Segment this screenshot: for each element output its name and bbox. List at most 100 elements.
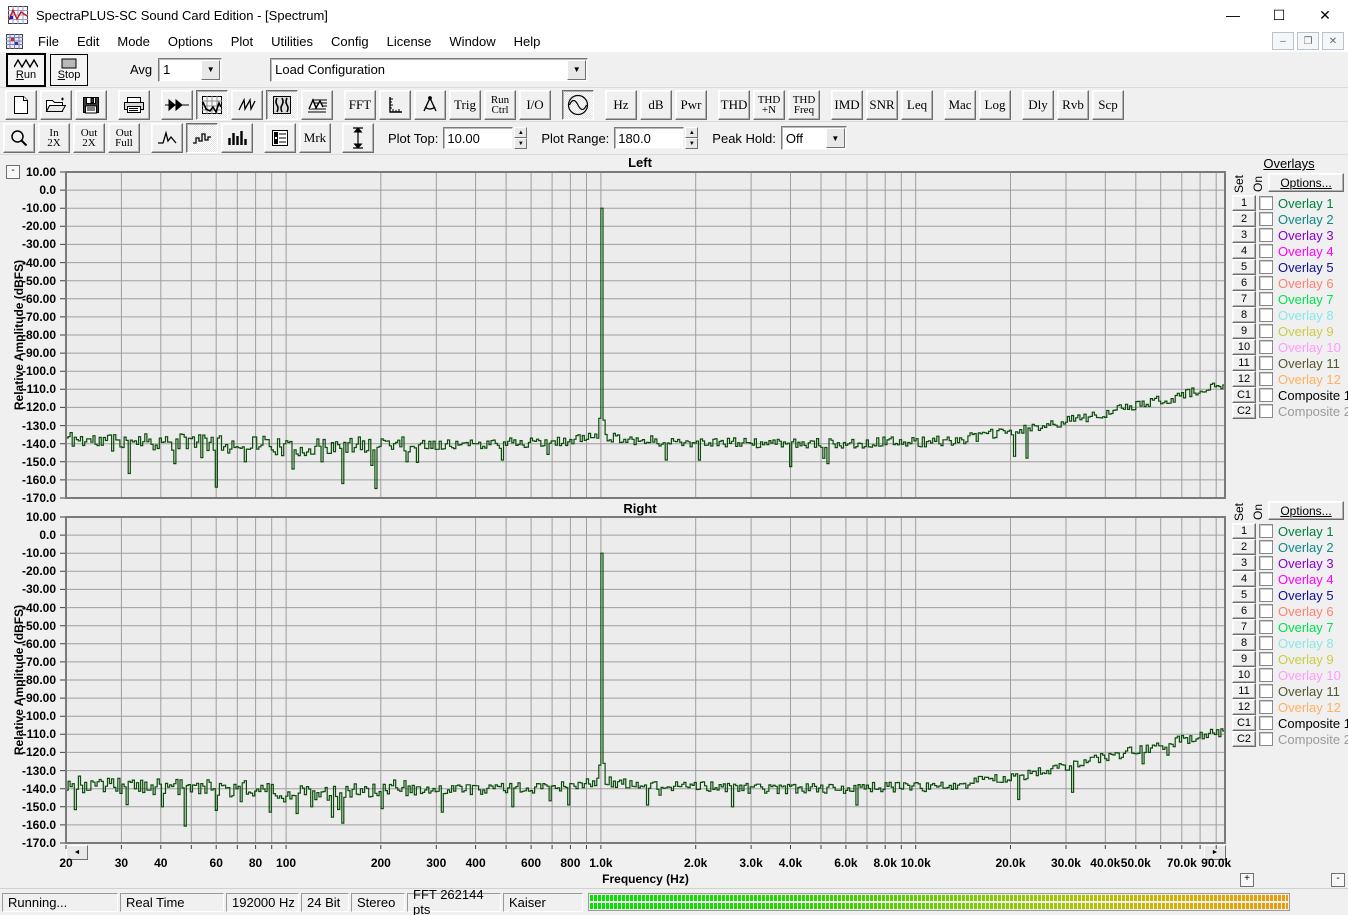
overlay-on-checkbox-8[interactable]: [1259, 308, 1273, 322]
thd-n-button[interactable]: THD+N: [753, 90, 785, 120]
overlay-set-button-12[interactable]: 12: [1232, 699, 1256, 715]
overlay-set-button-9[interactable]: 9: [1232, 651, 1256, 667]
plot-top-spinner[interactable]: ▲▼: [514, 127, 527, 149]
overlay-on-checkbox-9[interactable]: [1259, 324, 1273, 338]
overlay-on-checkbox-1[interactable]: [1259, 524, 1273, 538]
menu-config[interactable]: Config: [322, 32, 378, 51]
overlay-set-button-11[interactable]: 11: [1232, 683, 1256, 699]
line-plot-button[interactable]: [186, 123, 218, 153]
frequency-units-button[interactable]: Hz: [605, 90, 637, 120]
vertical-range-button[interactable]: [342, 123, 374, 153]
mdi-restore-button[interactable]: ❐: [1297, 32, 1319, 50]
zoom-out-full-button[interactable]: OutFull: [108, 123, 140, 153]
overlay-on-checkbox-C2[interactable]: [1259, 404, 1273, 418]
thd-freq-button[interactable]: THDFreq: [788, 90, 820, 120]
overlay-set-button-C2[interactable]: C2: [1232, 731, 1256, 747]
zoom-out-2x-button[interactable]: Out2X: [73, 123, 105, 153]
spectrum-plot-button[interactable]: [196, 90, 228, 120]
minimize-button[interactable]: —: [1210, 0, 1256, 30]
stop-button[interactable]: Stop: [50, 54, 88, 86]
overlay-set-button-10[interactable]: 10: [1232, 667, 1256, 683]
overlay-on-checkbox-5[interactable]: [1259, 588, 1273, 602]
plot-range-input[interactable]: 180.0: [614, 127, 684, 149]
overlay-set-button-8[interactable]: 8: [1232, 635, 1256, 651]
trigger-button[interactable]: Trig: [449, 90, 481, 120]
markers-button[interactable]: Mrk: [299, 123, 331, 153]
overlay-on-checkbox-10[interactable]: [1259, 340, 1273, 354]
overlay-on-checkbox-4[interactable]: [1259, 244, 1273, 258]
overlay-set-button-5[interactable]: 5: [1232, 587, 1256, 603]
plot-range-spin-down-icon[interactable]: ▼: [685, 138, 698, 149]
overlay-set-button-9[interactable]: 9: [1232, 323, 1256, 339]
right-spectrum-plot[interactable]: [58, 514, 1228, 847]
time-series-button[interactable]: [231, 90, 263, 120]
overlay-on-checkbox-7[interactable]: [1259, 292, 1273, 306]
plot-top-spin-down-icon[interactable]: ▼: [514, 138, 527, 149]
overlay-set-button-7[interactable]: 7: [1232, 291, 1256, 307]
overlay-on-checkbox-2[interactable]: [1259, 540, 1273, 554]
surface-plot-button[interactable]: [301, 90, 333, 120]
phase-button[interactable]: [414, 90, 446, 120]
overlay-on-checkbox-2[interactable]: [1259, 212, 1273, 226]
overlay-on-checkbox-12[interactable]: [1259, 700, 1273, 714]
overlay-on-checkbox-5[interactable]: [1259, 260, 1273, 274]
peak-hold-arrow-icon[interactable]: ▼: [826, 128, 845, 148]
menu-mode[interactable]: Mode: [108, 32, 159, 51]
overlay-on-checkbox-C2[interactable]: [1259, 732, 1273, 746]
print-button[interactable]: [118, 90, 150, 120]
overlay-set-button-6[interactable]: 6: [1232, 603, 1256, 619]
thd-button[interactable]: THD: [718, 90, 750, 120]
maximize-button[interactable]: ☐: [1256, 0, 1302, 30]
expand-panel-button[interactable]: +: [1240, 873, 1254, 887]
new-button[interactable]: [5, 90, 37, 120]
overlay-on-checkbox-4[interactable]: [1259, 572, 1273, 586]
overlay-set-button-12[interactable]: 12: [1232, 371, 1256, 387]
plot-top-spin-up-icon[interactable]: ▲: [514, 127, 527, 138]
overlay-set-button-5[interactable]: 5: [1232, 259, 1256, 275]
overlay-on-checkbox-C1[interactable]: [1259, 388, 1273, 402]
overlay-set-button-C1[interactable]: C1: [1232, 715, 1256, 731]
leq-button[interactable]: Leq: [901, 90, 933, 120]
menu-plot[interactable]: Plot: [222, 32, 262, 51]
menu-options[interactable]: Options: [159, 32, 222, 51]
mdi-close-button[interactable]: ✕: [1322, 32, 1344, 50]
overlay-set-button-C1[interactable]: C1: [1232, 387, 1256, 403]
menu-edit[interactable]: Edit: [68, 32, 108, 51]
overlay-set-button-11[interactable]: 11: [1232, 355, 1256, 371]
overlay-on-checkbox-3[interactable]: [1259, 228, 1273, 242]
menu-license[interactable]: License: [378, 32, 441, 51]
overlay-on-checkbox-12[interactable]: [1259, 372, 1273, 386]
menu-window[interactable]: Window: [440, 32, 504, 51]
fast-forward-button[interactable]: [161, 90, 193, 120]
overlay-on-checkbox-9[interactable]: [1259, 652, 1273, 666]
imd-button[interactable]: IMD: [831, 90, 863, 120]
close-button[interactable]: ✕: [1302, 0, 1348, 30]
overlay-on-checkbox-7[interactable]: [1259, 620, 1273, 634]
overlay-options-button[interactable]: Options...: [1268, 501, 1344, 520]
plot-options-button[interactable]: [264, 123, 296, 153]
overlay-on-checkbox-1[interactable]: [1259, 196, 1273, 210]
overlay-set-button-8[interactable]: 8: [1232, 307, 1256, 323]
bar-plot-button[interactable]: [221, 123, 253, 153]
logging-button[interactable]: Log: [979, 90, 1011, 120]
power-button[interactable]: Pwr: [675, 90, 707, 120]
fft-button[interactable]: FFT: [344, 90, 376, 120]
overlay-set-button-3[interactable]: 3: [1232, 227, 1256, 243]
save-button[interactable]: [75, 90, 107, 120]
mdi-minimize-button[interactable]: –: [1272, 32, 1294, 50]
overlay-set-button-10[interactable]: 10: [1232, 339, 1256, 355]
menu-file[interactable]: File: [29, 32, 68, 51]
overlay-set-button-4[interactable]: 4: [1232, 571, 1256, 587]
plot-top-input[interactable]: 10.00: [443, 127, 513, 149]
overlay-set-button-1[interactable]: 1: [1232, 195, 1256, 211]
overlay-set-button-7[interactable]: 7: [1232, 619, 1256, 635]
avg-combo[interactable]: 1 ▼: [158, 58, 222, 82]
scope-button[interactable]: Scp: [1092, 90, 1124, 120]
run-button[interactable]: Run: [6, 53, 46, 87]
overlay-on-checkbox-10[interactable]: [1259, 668, 1273, 682]
overlay-set-button-C2[interactable]: C2: [1232, 403, 1256, 419]
reverb-button[interactable]: Rvb: [1057, 90, 1089, 120]
macro-button[interactable]: Mac: [944, 90, 976, 120]
signal-generator-button[interactable]: [562, 90, 594, 120]
overlay-options-button[interactable]: Options...: [1268, 173, 1344, 192]
